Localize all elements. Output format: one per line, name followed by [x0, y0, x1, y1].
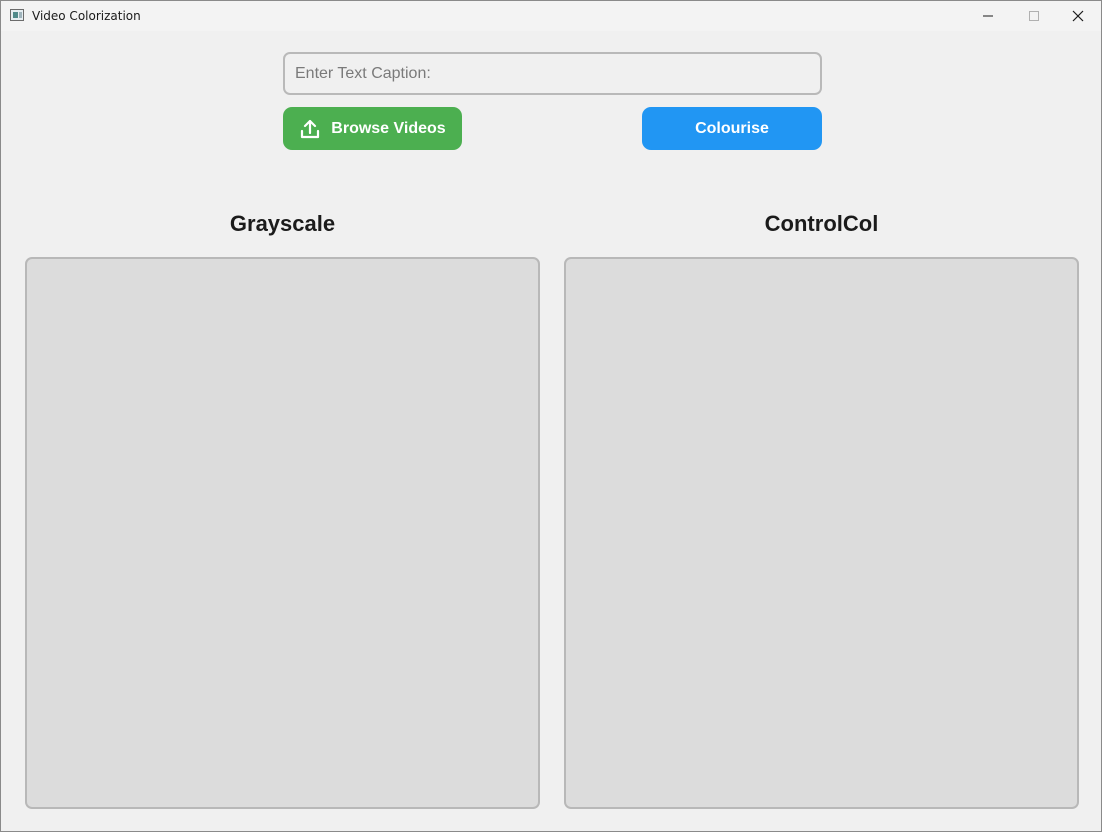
close-icon: [1072, 10, 1084, 22]
title-bar[interactable]: Video Colorization: [1, 1, 1101, 31]
minimize-icon: [983, 15, 993, 17]
close-button[interactable]: [1055, 1, 1101, 31]
app-window: Video Colorization Browse Videos: [0, 0, 1102, 832]
caption-input[interactable]: [283, 52, 822, 95]
controlcol-title: ControlCol: [764, 211, 879, 236]
maximize-button[interactable]: [1011, 1, 1057, 31]
upload-icon: [299, 118, 321, 140]
app-window-icon: [10, 9, 24, 21]
colourise-label: Colourise: [695, 119, 769, 137]
browse-videos-label: Browse Videos: [331, 119, 446, 137]
grayscale-video-panel: [25, 257, 540, 809]
colourise-button[interactable]: Colourise: [642, 107, 822, 150]
browse-videos-button[interactable]: Browse Videos: [283, 107, 462, 150]
maximize-icon: [1029, 11, 1039, 21]
window-title: Video Colorization: [32, 9, 141, 23]
controlcol-video-panel: [564, 257, 1079, 809]
grayscale-title: Grayscale: [229, 211, 336, 236]
minimize-button[interactable]: [965, 1, 1011, 31]
